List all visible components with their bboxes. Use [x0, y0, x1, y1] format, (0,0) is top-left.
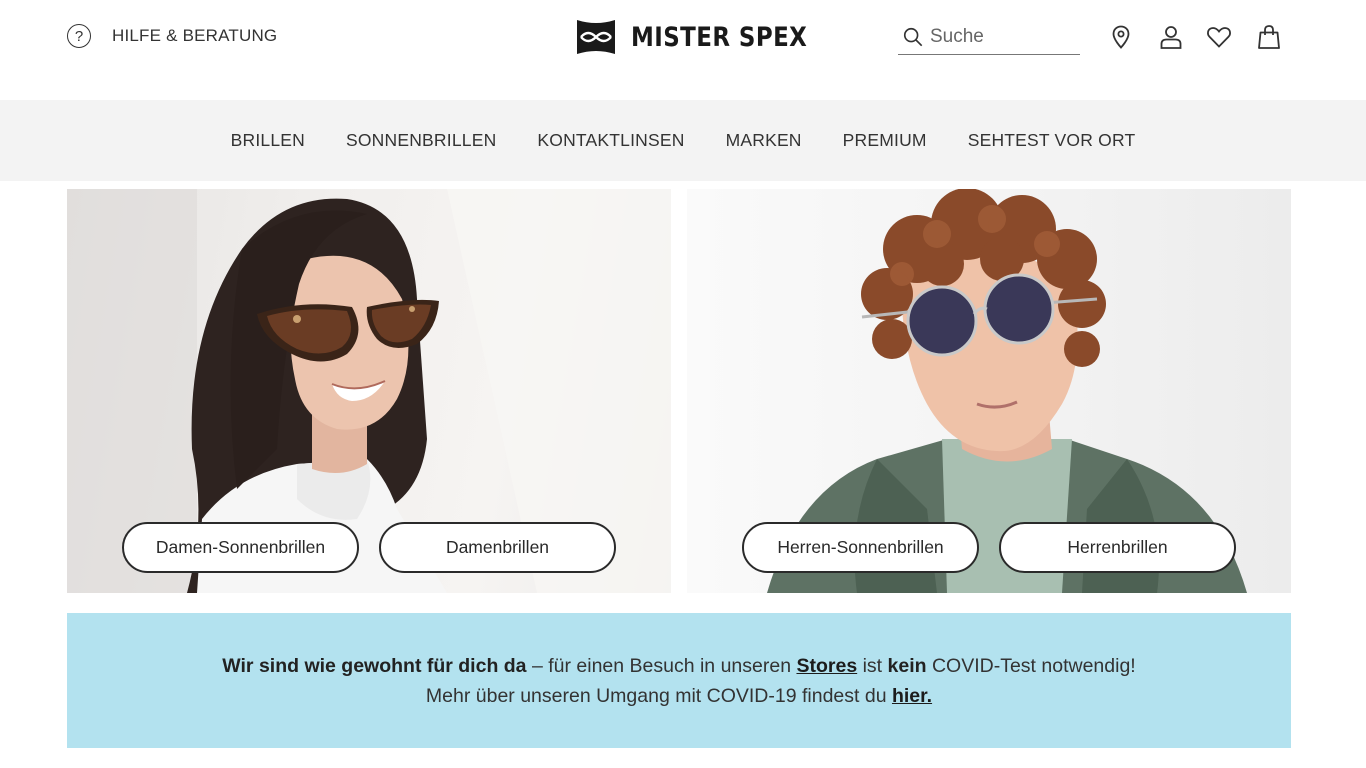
heart-icon[interactable] — [1206, 24, 1232, 50]
nav-item-premium[interactable]: PREMIUM — [822, 130, 947, 151]
banner-emphasis: kein — [887, 654, 927, 677]
glasses-logo-icon — [577, 20, 615, 54]
site-header: ? HILFE & BERATUNG MISTER SPEX — [0, 0, 1366, 100]
header-icons — [1108, 24, 1282, 50]
damen-sonnenbrillen-button[interactable]: Damen-Sonnenbrillen — [122, 522, 359, 573]
banner-text: ist — [857, 654, 888, 677]
search-input[interactable] — [930, 26, 1070, 48]
banner-text: COVID-Test notwendig! — [926, 654, 1136, 677]
shopping-bag-icon[interactable] — [1256, 24, 1282, 50]
help-label: HILFE & BERATUNG — [112, 26, 278, 45]
banner-line-1: Wir sind wie gewohnt für dich da – für e… — [222, 651, 1135, 681]
nav-item-marken[interactable]: MARKEN — [705, 130, 822, 151]
nav-item-sonnenbrillen[interactable]: SONNENBRILLEN — [325, 130, 516, 151]
banner-text: – für einen Besuch in unseren — [526, 654, 797, 677]
banner-headline: Wir sind wie gewohnt für dich da — [222, 654, 527, 677]
banner-text: Mehr über unseren Umgang mit COVID-19 fi… — [425, 684, 892, 707]
brand-logo[interactable]: MISTER SPEX — [576, 16, 838, 58]
help-link[interactable]: ? HILFE & BERATUNG — [67, 23, 277, 49]
nav-item-sehtest-vor-ort[interactable]: SEHTEST VOR ORT — [947, 130, 1156, 151]
nav-item-kontaktlinsen[interactable]: KONTAKTLINSEN — [517, 130, 705, 151]
covid-info-link[interactable]: hier. — [892, 685, 932, 707]
main-navigation: BRILLEN SONNENBRILLEN KONTAKTLINSEN MARK… — [0, 100, 1366, 181]
stores-link[interactable]: Stores — [796, 655, 857, 677]
search-icon — [903, 27, 923, 47]
herrenbrillen-button[interactable]: Herrenbrillen — [999, 522, 1236, 573]
question-circle-icon: ? — [67, 24, 91, 48]
hero-men[interactable]: Herren-Sonnenbrillen Herrenbrillen — [687, 189, 1291, 593]
hero-women[interactable]: Damen-Sonnenbrillen Damenbrillen — [67, 189, 671, 593]
location-pin-icon[interactable] — [1108, 24, 1134, 50]
herren-sonnenbrillen-button[interactable]: Herren-Sonnenbrillen — [742, 522, 979, 573]
search-box[interactable] — [898, 20, 1080, 55]
nav-item-brillen[interactable]: BRILLEN — [210, 130, 325, 151]
covid-info-banner: Wir sind wie gewohnt für dich da – für e… — [67, 613, 1291, 748]
user-icon[interactable] — [1158, 24, 1184, 50]
brand-name: MISTER SPEX — [631, 21, 808, 53]
damenbrillen-button[interactable]: Damenbrillen — [379, 522, 616, 573]
banner-line-2: Mehr über unseren Umgang mit COVID-19 fi… — [426, 681, 932, 711]
